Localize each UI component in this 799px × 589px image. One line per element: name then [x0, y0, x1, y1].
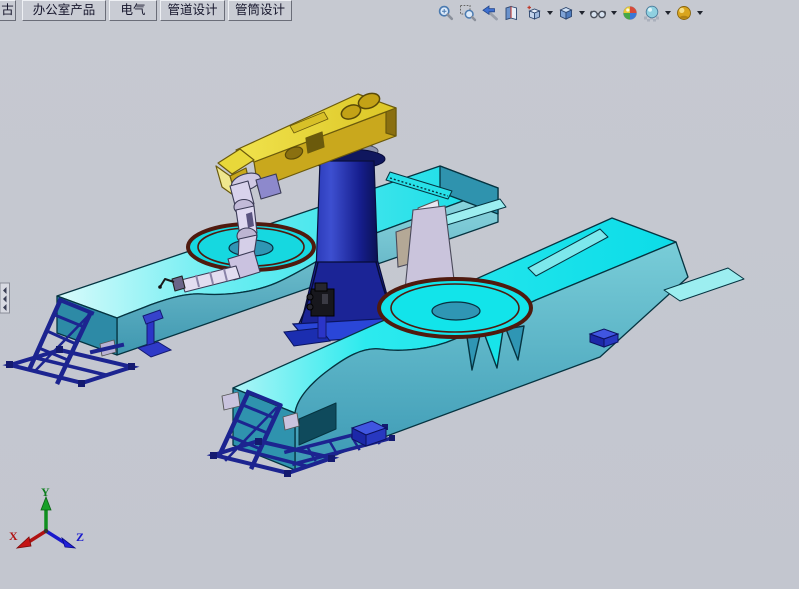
tab-piping-design[interactable]: 管道设计 — [160, 0, 225, 21]
tab-label: 管道设计 — [167, 3, 217, 17]
view-orientation-dropdown[interactable] — [546, 3, 554, 23]
heads-up-toolbar — [436, 2, 704, 24]
triad-y-label: Y — [41, 485, 50, 499]
zoom-to-fit-icon[interactable] — [436, 3, 456, 23]
viewport-3d[interactable]: Y X Z — [0, 0, 799, 589]
view-settings-icon[interactable] — [674, 3, 694, 23]
view-settings-dropdown[interactable] — [696, 3, 704, 23]
turntable-ring-front[interactable] — [379, 279, 531, 337]
tab-evaluate-partial[interactable]: 古 — [0, 0, 16, 21]
triad-x-label: X — [9, 529, 18, 543]
display-style-dropdown[interactable] — [578, 3, 586, 23]
tab-label: 办公室产品 — [33, 3, 96, 17]
feature-tree-flyout-button[interactable] — [0, 283, 10, 313]
previous-view-icon[interactable] — [480, 3, 500, 23]
tab-tubing-design[interactable]: 管筒设计 — [228, 0, 292, 21]
display-style-icon[interactable] — [556, 3, 576, 23]
hide-show-items-dropdown[interactable] — [610, 3, 618, 23]
tab-electrical[interactable]: 电气 — [109, 0, 157, 21]
tab-label: 管筒设计 — [235, 3, 285, 17]
section-view-icon[interactable] — [502, 3, 522, 23]
commandmanager-tab-bar: 古 办公室产品 电气 管道设计 管筒设计 — [0, 0, 295, 22]
tab-office-products[interactable]: 办公室产品 — [22, 0, 106, 21]
zoom-to-area-icon[interactable] — [458, 3, 478, 23]
apply-scene-dropdown[interactable] — [664, 3, 672, 23]
apply-scene-icon[interactable] — [642, 3, 662, 23]
hide-show-items-icon[interactable] — [588, 3, 608, 23]
view-orientation-icon[interactable] — [524, 3, 544, 23]
triad-z-label: Z — [76, 530, 84, 544]
edit-appearance-icon[interactable] — [620, 3, 640, 23]
solidworks-window: Y X Z 古 办公室产品 电气 管道设计 管筒设计 — [0, 0, 799, 589]
tab-label: 古 — [1, 3, 14, 17]
tab-label: 电气 — [120, 3, 145, 17]
